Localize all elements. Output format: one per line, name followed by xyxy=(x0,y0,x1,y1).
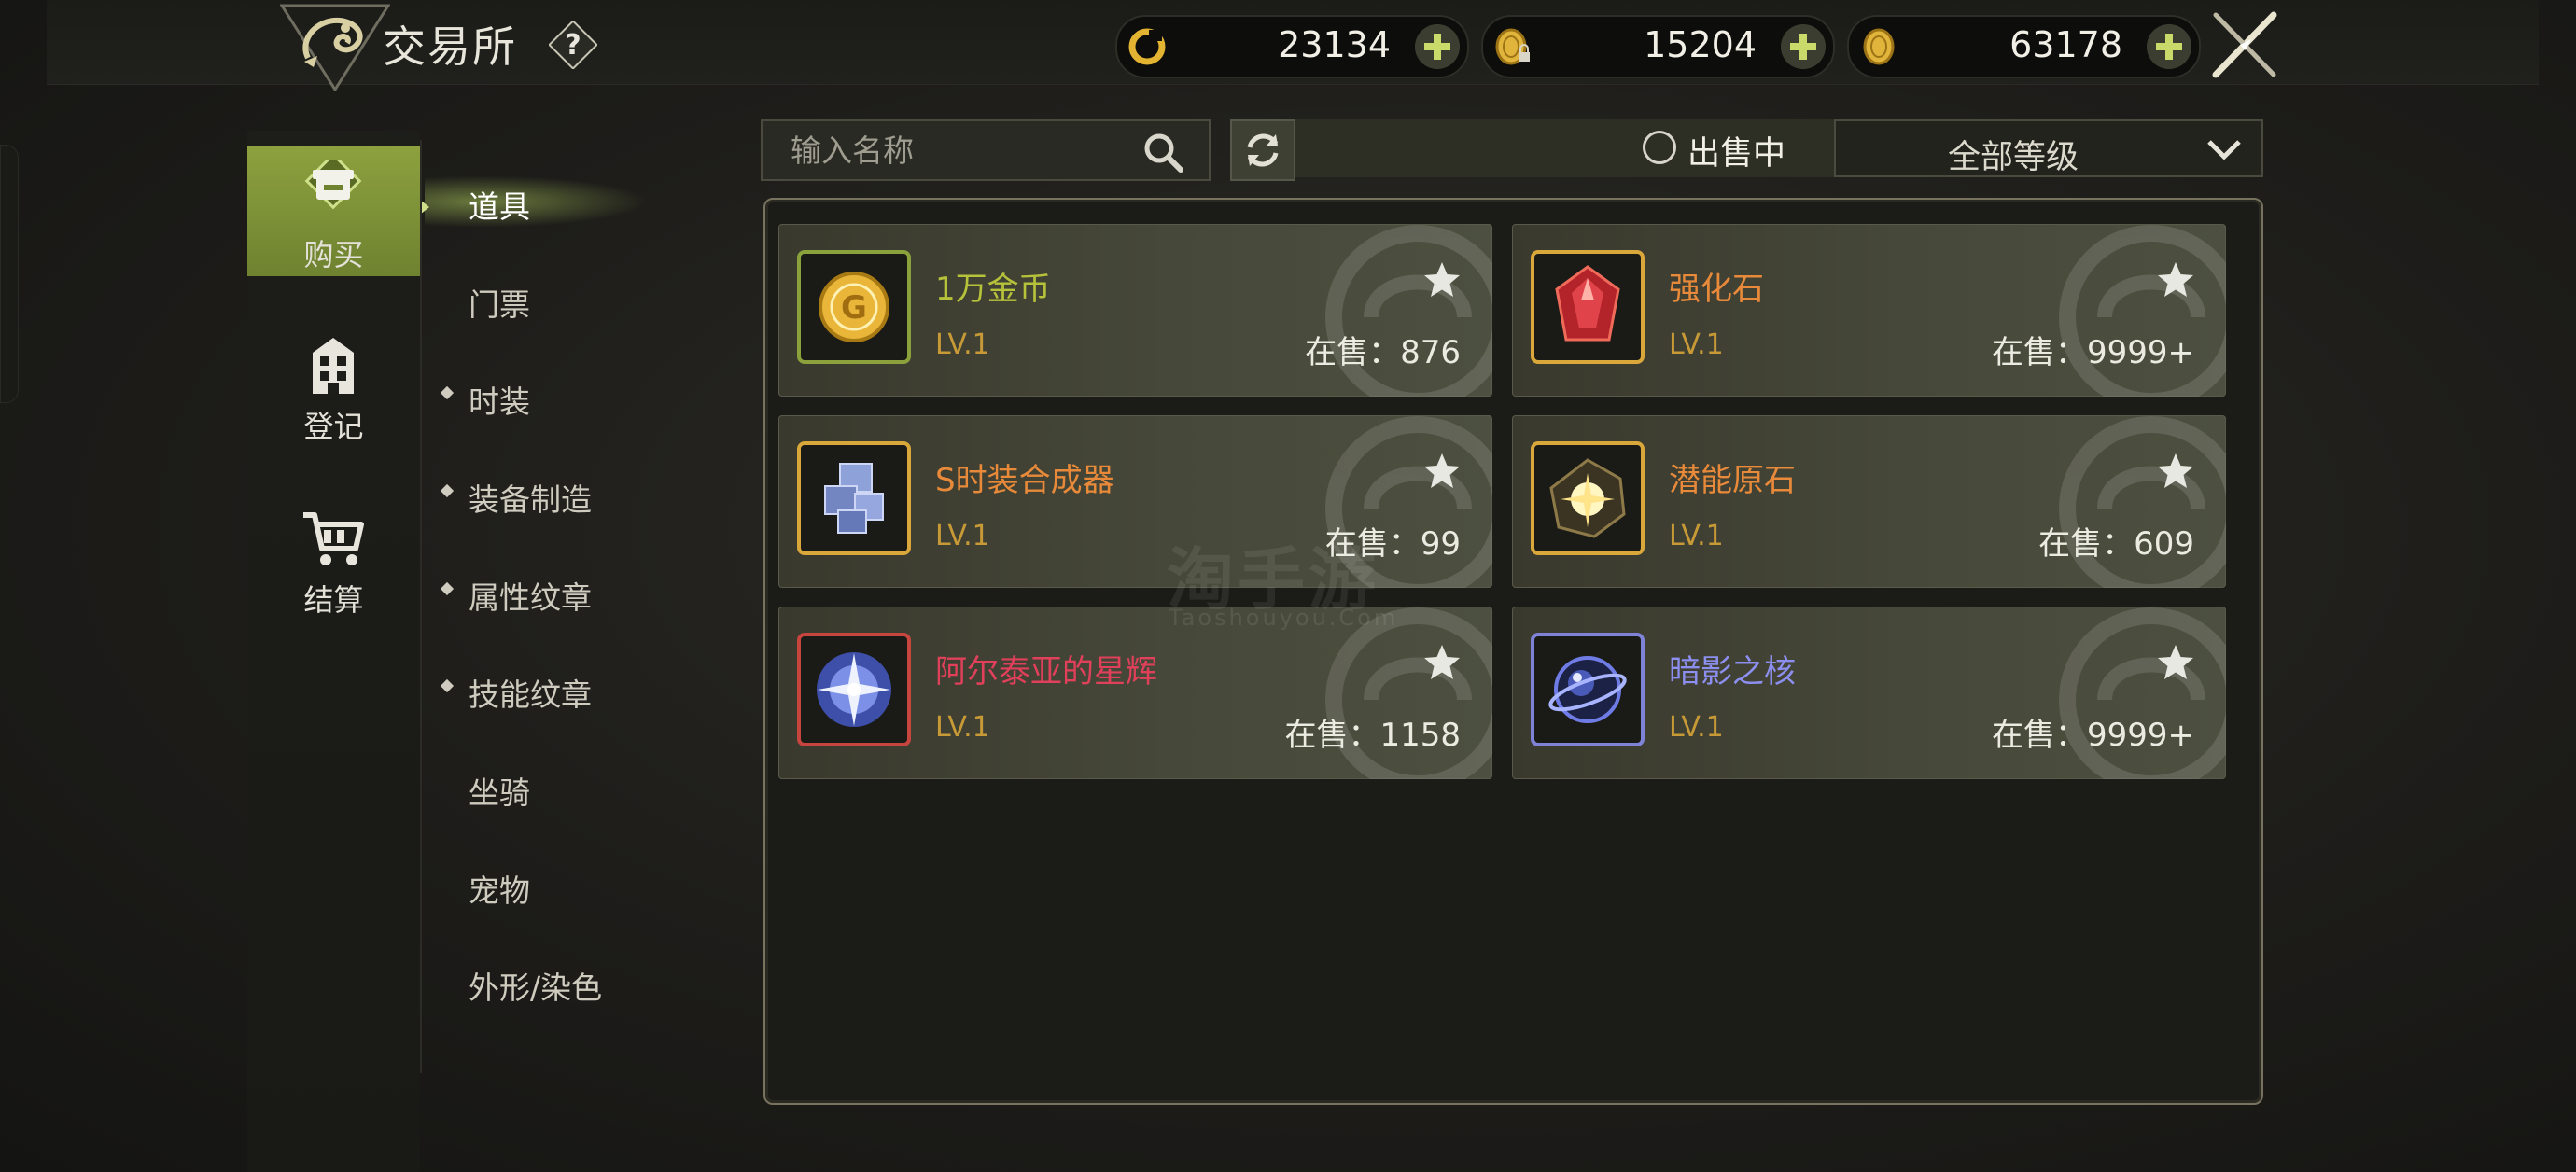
search-icon[interactable] xyxy=(1141,131,1184,174)
item-icon-frame: G xyxy=(797,250,911,364)
item-level: LV.1 xyxy=(1669,328,1724,361)
red-crystal-icon xyxy=(1555,265,1620,342)
add-currency-icon[interactable] xyxy=(1781,24,1826,69)
item-on-sale-count: 在售：9999+ xyxy=(1991,717,2194,754)
category-fashion[interactable]: 时装 xyxy=(469,377,530,422)
on-sale-label[interactable]: 出售中 xyxy=(1687,127,1785,174)
item-name: S时装合成器 xyxy=(935,462,1114,499)
item-card[interactable]: 强化石 LV.1 在售：9999+ xyxy=(1512,224,2226,397)
rail-item-label: 结算 xyxy=(303,582,364,618)
refresh-icon xyxy=(1247,133,1279,167)
item-icon-frame xyxy=(1531,633,1645,746)
level-select[interactable]: 全部等级 xyxy=(1834,119,2263,177)
item-icon-frame xyxy=(1531,441,1645,555)
on-sale-radio[interactable] xyxy=(1643,131,1676,164)
item-name: 强化石 xyxy=(1669,271,1764,308)
refresh-button[interactable] xyxy=(1230,119,1295,181)
item-level: LV.1 xyxy=(1669,520,1724,552)
category-equipment-crafting[interactable]: 装备制造 xyxy=(469,475,592,520)
item-card[interactable]: 潜能原石 LV.1 在售：609 xyxy=(1512,415,2226,588)
item-card[interactable]: 阿尔泰亚的星辉 LV.1 在售：1158 xyxy=(778,607,1492,779)
item-icon-frame xyxy=(1531,250,1645,364)
search-input[interactable] xyxy=(789,131,1128,170)
left-nav-rail: 购买 登记 结算 xyxy=(247,131,420,1172)
favorite-star-icon[interactable] xyxy=(2155,259,2196,300)
bullet-icon xyxy=(440,581,455,596)
item-on-sale-count: 在售：876 xyxy=(1305,334,1461,371)
favorite-star-icon[interactable] xyxy=(1421,642,1463,683)
currency-2: 15204 xyxy=(1481,15,1835,78)
gold-coin-item-icon: G xyxy=(819,272,889,342)
currency-amount: 23134 xyxy=(1278,24,1391,65)
side-handle[interactable] xyxy=(0,145,19,403)
favorite-star-icon[interactable] xyxy=(2155,642,2196,683)
add-currency-icon[interactable] xyxy=(1415,24,1460,69)
category-props[interactable]: 道具 xyxy=(469,182,530,227)
item-name: 暗影之核 xyxy=(1669,653,1796,691)
category-tickets[interactable]: 门票 xyxy=(469,280,530,325)
chevron-down-icon xyxy=(2207,140,2241,160)
help-icon[interactable]: ? xyxy=(549,21,597,69)
category-list: 道具 门票 时装 装备制造 属性纹章 技能纹章 坐骑 宠物 外形/染色 xyxy=(420,140,730,1073)
cart-icon xyxy=(303,512,364,565)
rail-item-register[interactable]: 登记 xyxy=(247,317,420,448)
svg-text:G: G xyxy=(841,289,867,327)
currency-1: 23134 xyxy=(1115,15,1469,78)
rail-item-label: 登记 xyxy=(303,409,364,444)
currency-amount: 63178 xyxy=(2009,24,2122,65)
bullet-icon xyxy=(440,678,455,693)
category-pets[interactable]: 宠物 xyxy=(469,866,530,911)
item-card[interactable]: 暗影之核 LV.1 在售：9999+ xyxy=(1512,607,2226,779)
item-icon-frame xyxy=(797,633,911,746)
item-level: LV.1 xyxy=(935,328,990,361)
blue-cube-icon xyxy=(824,463,884,534)
item-level: LV.1 xyxy=(935,711,990,744)
search-box xyxy=(761,119,1211,181)
item-icon-frame xyxy=(797,441,911,555)
close-icon[interactable] xyxy=(2203,7,2287,82)
item-card[interactable]: G 1万金币 LV.1 在售：876 xyxy=(778,224,1492,397)
item-level: LV.1 xyxy=(1669,711,1724,744)
favorite-star-icon[interactable] xyxy=(1421,451,1463,492)
item-name: 潜能原石 xyxy=(1669,462,1796,499)
potential-stone-icon xyxy=(1549,458,1626,538)
watermark-subtext: Taoshouyou.Com xyxy=(1169,605,1399,631)
category-appearance-dye[interactable]: 外形/染色 xyxy=(469,963,602,1008)
ring-token-icon xyxy=(1128,28,1166,65)
currency-amount: 15204 xyxy=(1644,24,1757,65)
rail-item-buy[interactable]: 购买 xyxy=(247,146,420,276)
item-on-sale-count: 在售：1158 xyxy=(1284,717,1461,754)
category-skill-emblem[interactable]: 技能纹章 xyxy=(469,670,592,715)
level-select-value: 全部等级 xyxy=(1947,139,2079,176)
item-on-sale-count: 在售：609 xyxy=(2038,525,2194,563)
shop-icon xyxy=(304,160,362,210)
item-card[interactable]: S时装合成器 LV.1 在售：99 xyxy=(778,415,1492,588)
add-currency-icon[interactable] xyxy=(2147,24,2191,69)
rail-item-label: 购买 xyxy=(303,237,364,272)
building-icon xyxy=(313,338,354,394)
item-on-sale-count: 在售：9999+ xyxy=(1991,334,2194,371)
item-name: 1万金币 xyxy=(935,271,1051,308)
currency-3: 63178 xyxy=(1847,15,2201,78)
bullet-icon xyxy=(440,483,455,498)
items-panel: G 1万金币 LV.1 在售：876 强化石 LV.1 在售：9999+ S时装… xyxy=(763,198,2263,1105)
category-attribute-emblem[interactable]: 属性纹章 xyxy=(469,573,592,618)
locked-gold-coin-icon xyxy=(1495,28,1530,65)
rail-item-checkout[interactable]: 结算 xyxy=(247,491,420,621)
gold-coin-icon xyxy=(1863,28,1895,65)
item-level: LV.1 xyxy=(935,520,990,552)
svg-text:?: ? xyxy=(565,29,581,62)
shadow-core-icon xyxy=(1548,656,1627,723)
star-radiance-icon xyxy=(817,652,891,727)
page-title: 交易所 xyxy=(383,21,517,72)
item-name: 阿尔泰亚的星辉 xyxy=(935,653,1157,691)
favorite-star-icon[interactable] xyxy=(1421,259,1463,300)
dragon-logo-icon xyxy=(280,4,390,91)
category-mounts[interactable]: 坐骑 xyxy=(469,768,530,813)
favorite-star-icon[interactable] xyxy=(2155,451,2196,492)
bullet-icon xyxy=(440,385,455,400)
